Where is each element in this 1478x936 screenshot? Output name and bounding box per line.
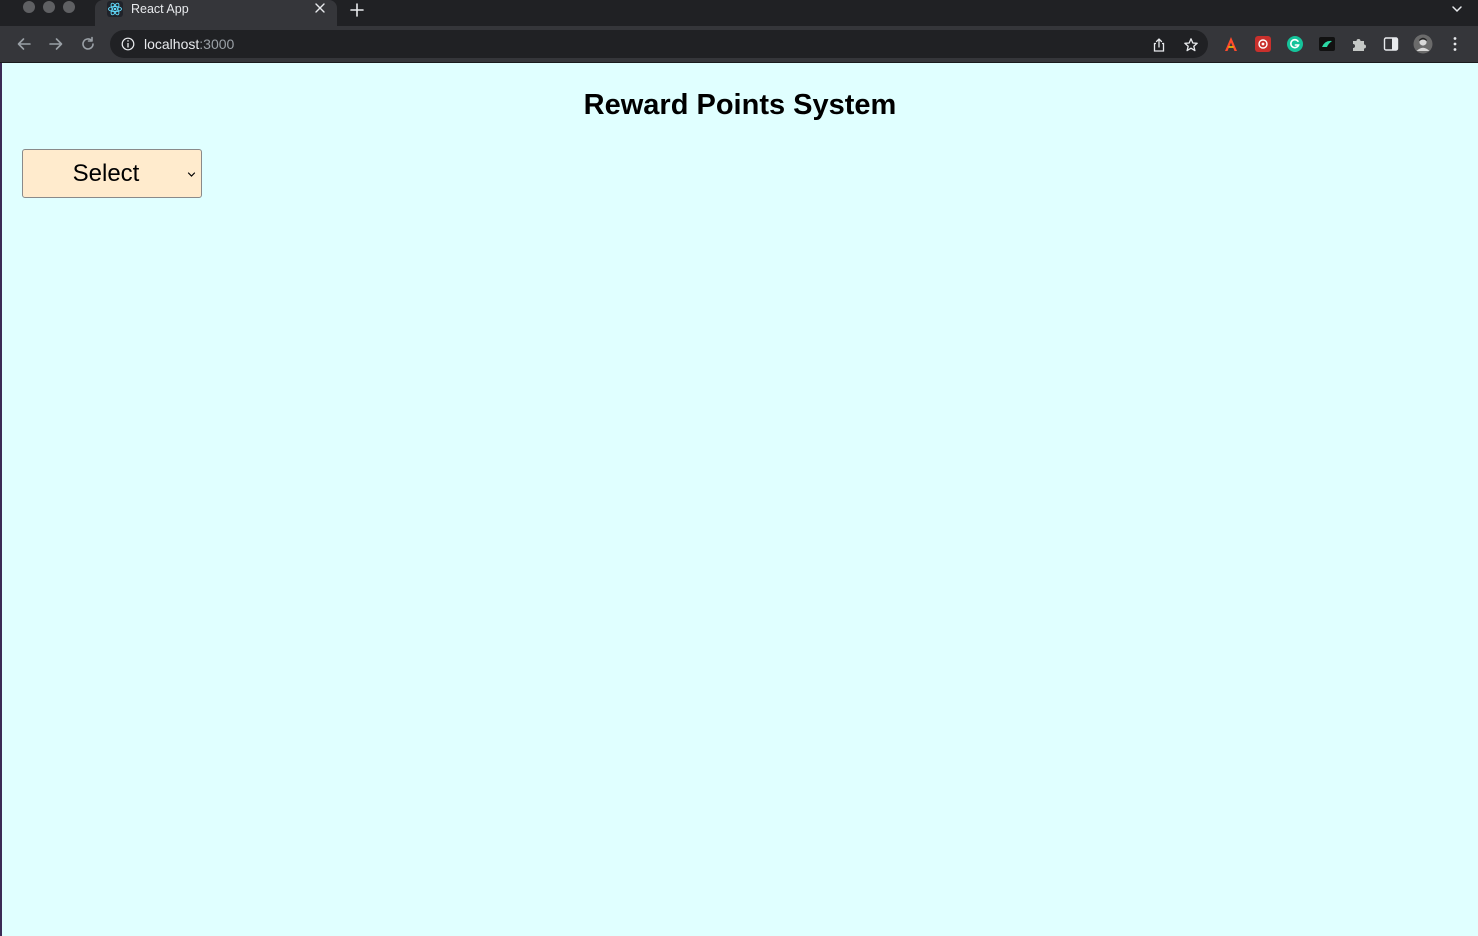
- minimize-window-button[interactable]: [43, 1, 55, 13]
- react-logo-icon: [107, 1, 123, 17]
- extension-icon[interactable]: [1318, 35, 1336, 53]
- chevron-down-icon[interactable]: [1451, 3, 1463, 15]
- reload-icon[interactable]: [79, 35, 97, 53]
- info-icon[interactable]: [121, 37, 135, 51]
- select-value: Select: [72, 160, 140, 187]
- url-port: :3000: [199, 36, 235, 52]
- side-panel-icon[interactable]: [1382, 35, 1400, 53]
- acrobat-icon[interactable]: [1222, 35, 1240, 53]
- url-text[interactable]: localhost:3000: [144, 36, 234, 52]
- page-viewport: Reward Points System Select: [2, 63, 1478, 936]
- profile-avatar-icon[interactable]: [1413, 34, 1433, 54]
- active-tab[interactable]: React App: [95, 0, 337, 26]
- puzzle-icon[interactable]: [1350, 35, 1368, 53]
- browser-toolbar: localhost:3000: [0, 26, 1478, 62]
- close-window-button[interactable]: [23, 1, 35, 13]
- star-icon[interactable]: [1183, 37, 1199, 53]
- plus-icon[interactable]: [348, 1, 366, 19]
- zoom-window-button[interactable]: [63, 1, 75, 13]
- tab-title: React App: [131, 2, 189, 16]
- tab-strip: React App: [0, 0, 1478, 26]
- grammarly-icon[interactable]: [1286, 35, 1304, 53]
- extension-icon[interactable]: [1254, 35, 1272, 53]
- chevron-down-icon: [187, 172, 196, 177]
- forward-arrow-icon[interactable]: [47, 35, 65, 53]
- address-bar[interactable]: localhost:3000: [110, 30, 1208, 58]
- window-controls[interactable]: [23, 1, 75, 13]
- close-icon[interactable]: [313, 1, 327, 15]
- page-title: Reward Points System: [583, 89, 897, 121]
- kebab-menu-icon[interactable]: [1446, 35, 1464, 53]
- share-icon[interactable]: [1151, 37, 1167, 53]
- url-host: localhost: [144, 36, 200, 52]
- customer-select[interactable]: Select: [22, 149, 202, 198]
- back-arrow-icon[interactable]: [15, 35, 33, 53]
